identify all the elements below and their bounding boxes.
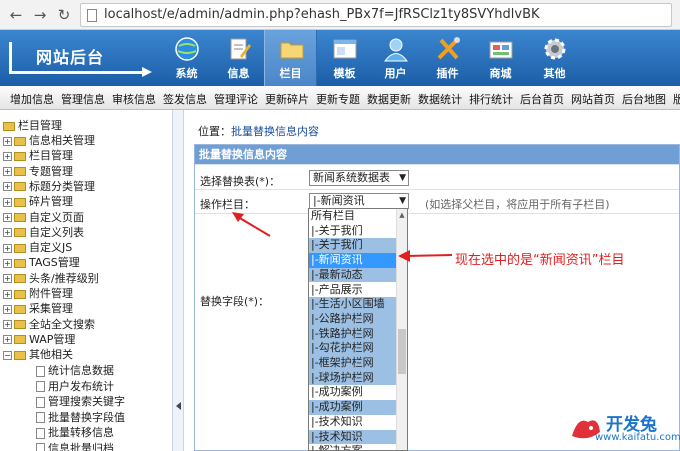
watermark: 开发兔 www.kaifatu.com bbox=[558, 410, 680, 448]
annotation-text: 现在选中的是“新闻资讯”栏目 bbox=[455, 253, 625, 268]
annotation-arrows bbox=[232, 212, 453, 262]
